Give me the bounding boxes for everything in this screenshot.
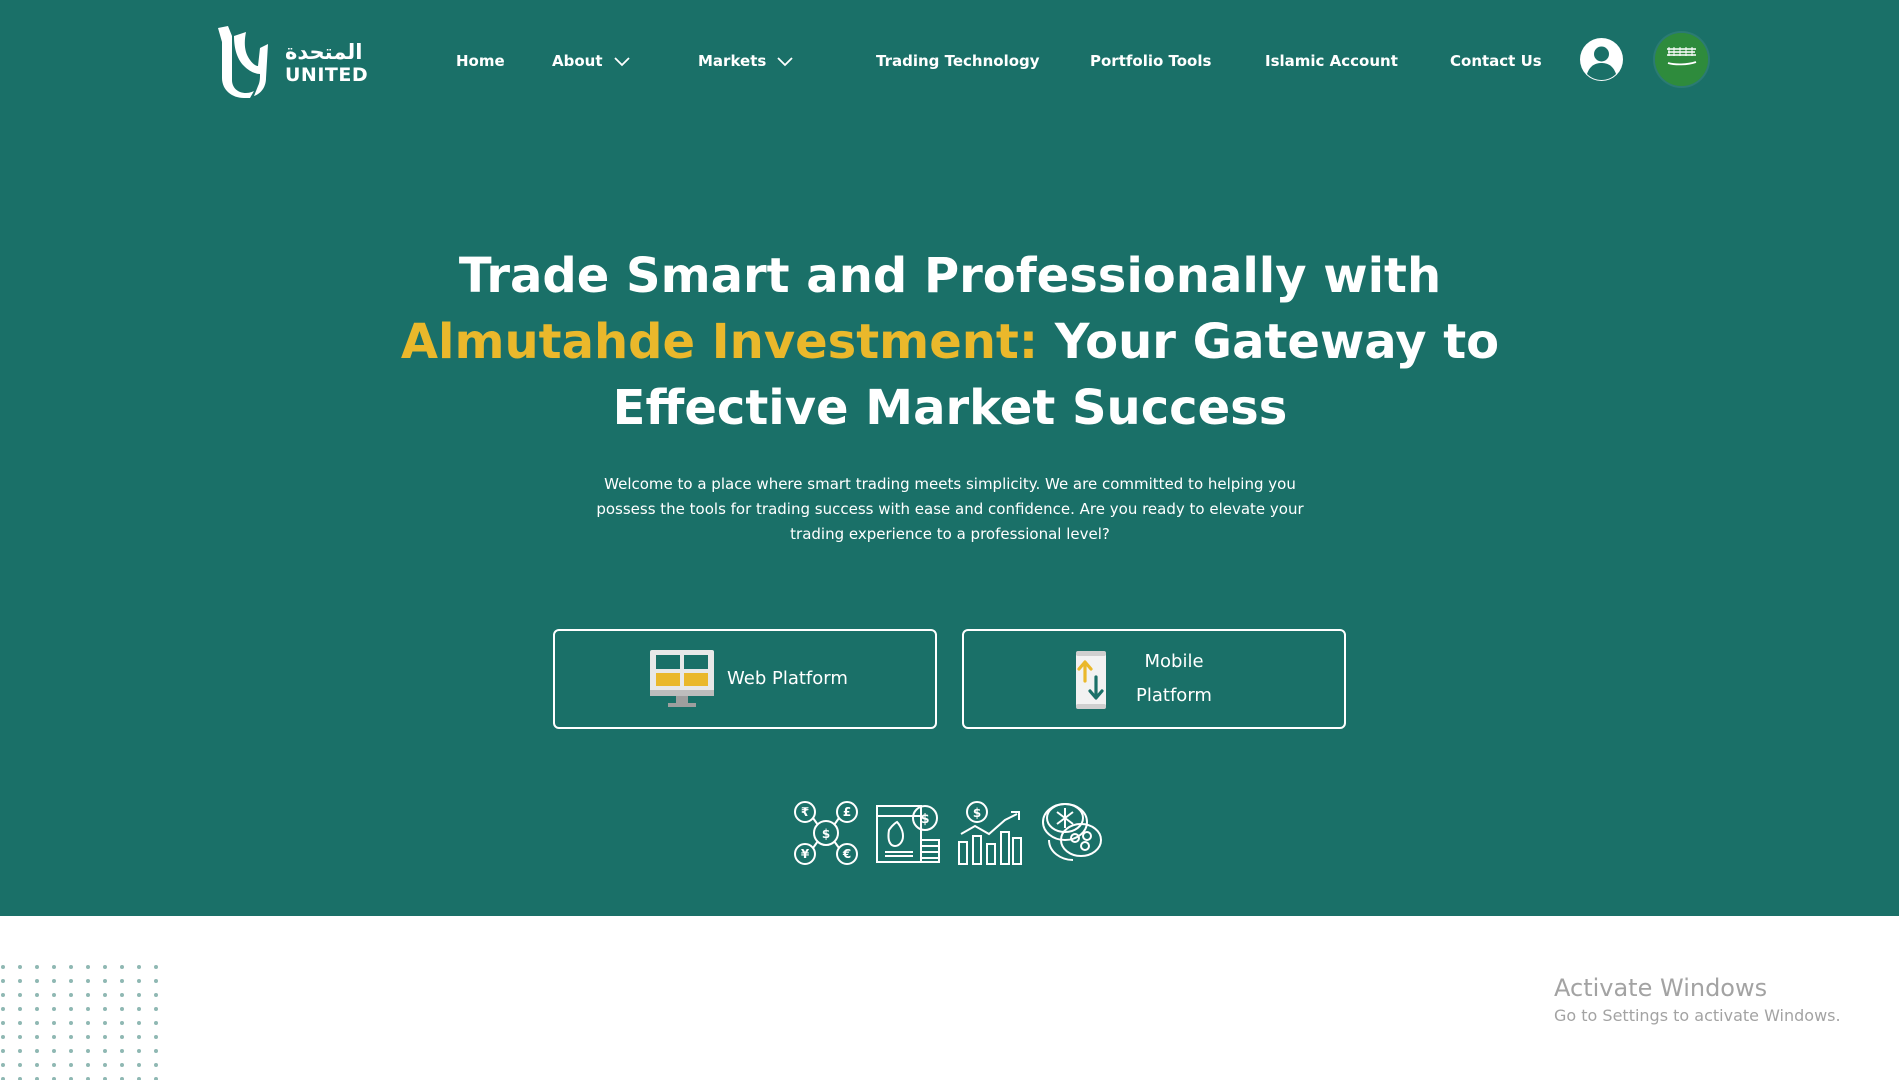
- headline-part-2: Your Gateway to: [1054, 314, 1500, 370]
- hero-section: المتحدة UNITED Home About Markets Tradin…: [0, 0, 1899, 916]
- headline-accent: Almutahde Investment:: [400, 314, 1039, 370]
- svg-text:$: $: [920, 812, 929, 827]
- nav-islamic-account-label: Islamic Account: [1265, 52, 1398, 70]
- nav-markets-label: Markets: [698, 52, 767, 70]
- intro-line-2: possess the tools for trading success wi…: [596, 500, 1304, 518]
- desktop-monitor-icon: [650, 650, 714, 707]
- web-platform-label: Web Platform: [727, 668, 848, 689]
- dot-pattern-decoration: [0, 964, 170, 1080]
- windows-activation-watermark: Activate Windows Go to Settings to activ…: [1554, 972, 1841, 1028]
- nav-portfolio-tools[interactable]: Portfolio Tools: [1090, 50, 1211, 72]
- headline-part-3: Effective Market Success: [612, 380, 1288, 436]
- saudi-flag-icon: [1655, 33, 1708, 86]
- currency-exchange-icon: ₹ £ $ ¥ €: [794, 801, 858, 865]
- hero-headline: Trade Smart and Professionally with Almu…: [400, 243, 1500, 441]
- nav-islamic-account[interactable]: Islamic Account: [1265, 50, 1398, 72]
- watermark-title: Activate Windows: [1554, 974, 1768, 1002]
- svg-text:¥: ¥: [801, 847, 810, 861]
- intro-line-3: trading experience to a professional lev…: [790, 525, 1110, 543]
- stock-growth-icon: $: [958, 801, 1022, 865]
- user-circle-icon: [1587, 46, 1616, 80]
- watermark-subtitle: Go to Settings to activate Windows.: [1554, 1006, 1841, 1025]
- intro-line-1: Welcome to a place where smart trading m…: [604, 475, 1296, 493]
- brand-name: UNITED: [285, 64, 369, 86]
- nav-contact-us[interactable]: Contact Us: [1450, 50, 1542, 72]
- svg-text:$: $: [822, 827, 830, 841]
- nav-trading-technology-label: Trading Technology: [876, 52, 1040, 70]
- mobile-platform-button[interactable]: Mobile Platform: [962, 629, 1346, 729]
- svg-text:£: £: [843, 805, 851, 819]
- nav-trading-technology[interactable]: Trading Technology: [876, 50, 1040, 72]
- hero-intro-text: Welcome to a place where smart trading m…: [590, 472, 1310, 547]
- mobile-platform-label-line-2: Platform: [1136, 685, 1212, 706]
- headline-part-1: Trade Smart and Professionally with: [458, 248, 1442, 304]
- nav-about[interactable]: About: [552, 50, 631, 72]
- nav-portfolio-tools-label: Portfolio Tools: [1090, 52, 1212, 70]
- nav-about-label: About: [552, 52, 603, 70]
- top-navigation: المتحدة UNITED Home About Markets Tradin…: [0, 0, 1899, 120]
- chevron-down-icon: [777, 57, 793, 67]
- svg-text:€: €: [842, 847, 851, 861]
- nav-markets[interactable]: Markets: [698, 50, 794, 72]
- nav-contact-us-label: Contact Us: [1450, 52, 1542, 70]
- svg-text:₹: ₹: [801, 805, 809, 819]
- brand-name-arabic: المتحدة: [285, 40, 363, 64]
- crypto-coins-icon: [1042, 803, 1102, 861]
- svg-text:$: $: [973, 806, 981, 820]
- feature-icons-row: ₹ £ $ ¥ € $ $: [793, 800, 1105, 870]
- commodities-icon: $: [876, 805, 940, 863]
- chevron-down-icon: [613, 57, 630, 67]
- user-account-button[interactable]: [1580, 38, 1623, 81]
- mobile-platform-label-line-1: Mobile: [1144, 651, 1204, 672]
- web-platform-button[interactable]: Web Platform: [553, 629, 937, 729]
- nav-home[interactable]: Home: [456, 50, 505, 72]
- mobile-transfer-icon: [1076, 651, 1106, 709]
- mobile-platform-label: Mobile Platform: [1124, 645, 1224, 713]
- nav-home-label: Home: [456, 52, 505, 70]
- language-switch-button[interactable]: [1655, 33, 1708, 86]
